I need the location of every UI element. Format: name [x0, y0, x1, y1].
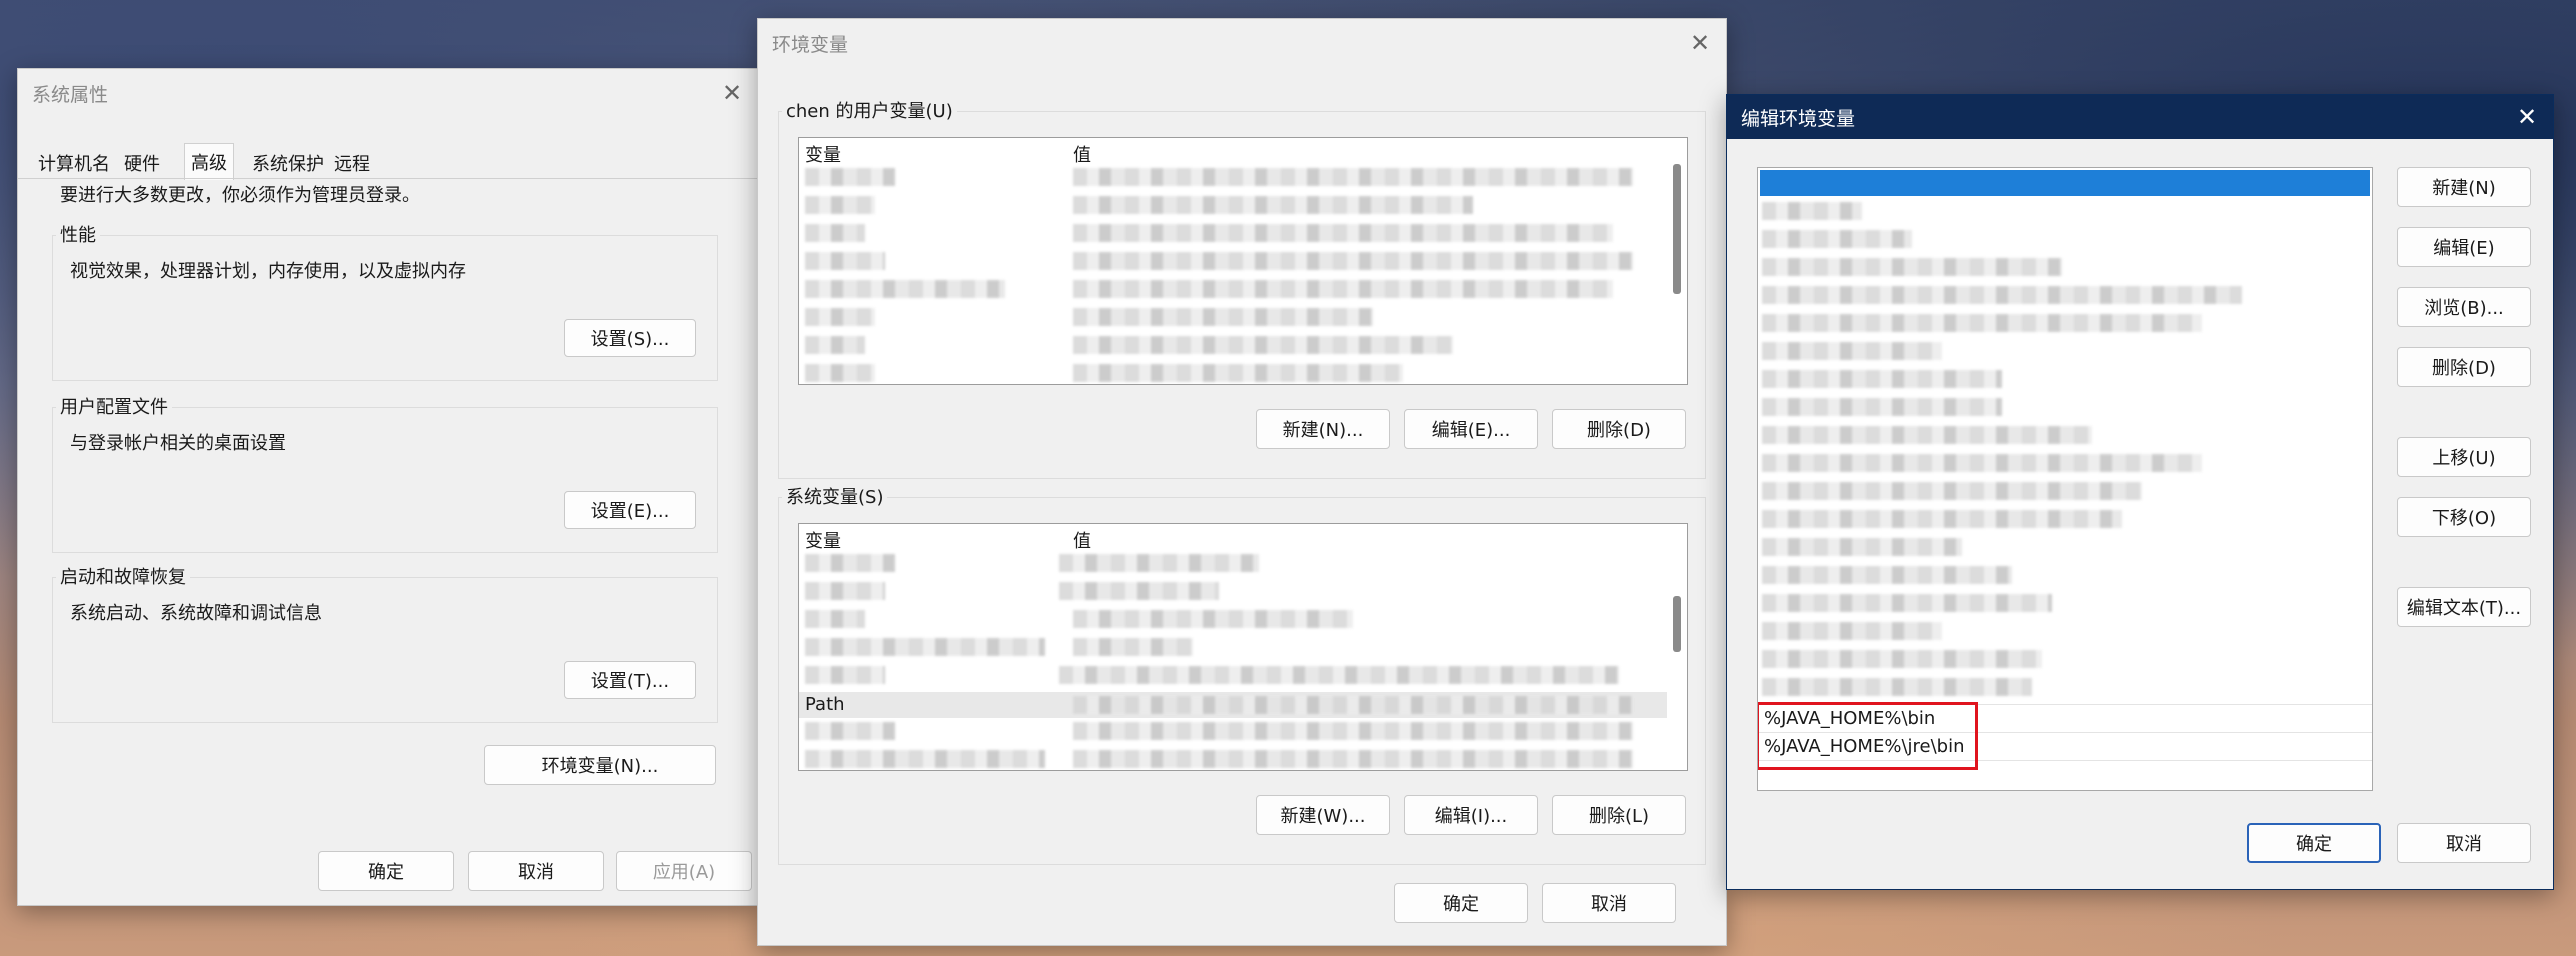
window-title: 系统属性: [32, 83, 109, 106]
admin-note: 要进行大多数更改，你必须作为管理员登录。: [60, 185, 420, 206]
cancel-button[interactable]: 取消: [468, 851, 604, 891]
list-item[interactable]: [1758, 202, 2372, 220]
list-item[interactable]: [1758, 538, 2372, 556]
column-value[interactable]: 值: [1073, 141, 1091, 167]
close-icon[interactable]: ✕: [2513, 103, 2541, 131]
list-item[interactable]: [1758, 314, 2372, 332]
list-item[interactable]: [1758, 594, 2372, 612]
browse-button[interactable]: 浏览(B)...: [2397, 287, 2531, 327]
list-item[interactable]: [799, 168, 1667, 186]
list-item[interactable]: [799, 666, 1667, 684]
title-bar: 编辑环境变量 ✕: [1727, 95, 2553, 139]
column-value[interactable]: 值: [1073, 527, 1091, 553]
performance-label: 性能: [56, 221, 100, 247]
list-item[interactable]: [799, 224, 1667, 242]
path-variable-name: Path: [805, 694, 845, 715]
window-title: 环境变量: [772, 33, 849, 56]
cancel-button[interactable]: 取消: [1542, 883, 1676, 923]
list-item[interactable]: [799, 308, 1667, 326]
apply-button[interactable]: 应用(A): [616, 851, 752, 891]
system-edit-button[interactable]: 编辑(I)...: [1404, 795, 1538, 835]
list-item[interactable]: [1758, 258, 2372, 276]
list-header: 变量 值: [799, 524, 1687, 552]
startup-settings-button[interactable]: 设置(T)...: [564, 661, 696, 699]
user-profile-label: 用户配置文件: [56, 393, 172, 419]
list-header: 变量 值: [799, 138, 1687, 166]
list-item[interactable]: [799, 750, 1667, 768]
tab-computer-name[interactable]: 计算机名: [32, 147, 116, 179]
list-item[interactable]: [1758, 426, 2372, 444]
list-item[interactable]: [799, 336, 1667, 354]
environment-variables-button[interactable]: 环境变量(N)...: [484, 745, 716, 785]
user-variables-label: chen 的用户变量(U): [782, 97, 957, 123]
move-up-button[interactable]: 上移(U): [2397, 437, 2531, 477]
system-delete-button[interactable]: 删除(L): [1552, 795, 1686, 835]
ok-button[interactable]: 确定: [318, 851, 454, 891]
list-item[interactable]: [799, 364, 1667, 382]
delete-button[interactable]: 删除(D): [2397, 347, 2531, 387]
edit-text-button[interactable]: 编辑文本(T)...: [2397, 587, 2531, 627]
list-item[interactable]: [1758, 398, 2372, 416]
close-icon[interactable]: ✕: [1686, 29, 1714, 57]
performance-desc: 视觉效果，处理器计划，内存使用，以及虚拟内存: [70, 261, 466, 282]
performance-settings-button[interactable]: 设置(S)...: [564, 319, 696, 357]
tab-remote[interactable]: 远程: [328, 147, 376, 179]
scrollbar[interactable]: [1673, 596, 1681, 652]
user-delete-button[interactable]: 删除(D): [1552, 409, 1686, 449]
list-item[interactable]: [799, 280, 1667, 298]
list-item[interactable]: [799, 610, 1667, 628]
list-item[interactable]: [799, 252, 1667, 270]
column-variable[interactable]: 变量: [805, 527, 841, 553]
list-item[interactable]: [799, 196, 1667, 214]
list-item[interactable]: [1758, 566, 2372, 584]
list-item[interactable]: [1758, 510, 2372, 528]
startup-recovery-desc: 系统启动、系统故障和调试信息: [70, 603, 322, 624]
path-entries-list[interactable]: %JAVA_HOME%\bin %JAVA_HOME%\jre\bin: [1757, 167, 2373, 791]
list-item[interactable]: [1758, 454, 2372, 472]
tab-advanced[interactable]: 高级: [184, 143, 234, 180]
highlight-box: [1758, 702, 1978, 770]
tab-panel: [18, 178, 758, 179]
title-bar: 系统属性 ✕: [18, 69, 758, 117]
system-variables-label: 系统变量(S): [782, 483, 888, 509]
user-profile-settings-button[interactable]: 设置(E)...: [564, 491, 696, 529]
scrollbar[interactable]: [1673, 164, 1681, 294]
close-icon[interactable]: ✕: [718, 79, 746, 107]
list-item[interactable]: [1758, 342, 2372, 360]
cancel-button[interactable]: 取消: [2397, 823, 2531, 863]
list-item[interactable]: [1758, 622, 2372, 640]
list-item[interactable]: [1758, 286, 2372, 304]
list-item[interactable]: [1758, 370, 2372, 388]
list-item[interactable]: [1758, 650, 2372, 668]
window-title: 编辑环境变量: [1741, 107, 1856, 130]
startup-recovery-label: 启动和故障恢复: [56, 563, 190, 589]
title-bar: 环境变量 ✕: [758, 19, 1726, 67]
system-new-button[interactable]: 新建(W)...: [1256, 795, 1390, 835]
list-item[interactable]: [799, 638, 1667, 656]
user-variables-list[interactable]: 变量 值: [798, 137, 1688, 385]
user-profile-desc: 与登录帐户相关的桌面设置: [70, 433, 286, 454]
selected-list-item[interactable]: [1760, 170, 2370, 196]
list-item[interactable]: [1758, 678, 2372, 696]
edit-environment-variable-window: 编辑环境变量 ✕ %JAVA_HOME%\bin %JAVA_HOME%\jre…: [1726, 94, 2554, 890]
new-button[interactable]: 新建(N): [2397, 167, 2531, 207]
system-variables-list[interactable]: 变量 值 Path: [798, 523, 1688, 771]
list-item[interactable]: [1758, 482, 2372, 500]
list-item[interactable]: Path: [799, 692, 1667, 718]
edit-button[interactable]: 编辑(E): [2397, 227, 2531, 267]
ok-button[interactable]: 确定: [2247, 823, 2381, 863]
system-properties-window: 系统属性 ✕ 计算机名 硬件 高级 系统保护 远程 要进行大多数更改，你必须作为…: [17, 68, 759, 906]
list-item[interactable]: [799, 554, 1667, 572]
user-edit-button[interactable]: 编辑(E)...: [1404, 409, 1538, 449]
list-item[interactable]: [799, 582, 1667, 600]
column-variable[interactable]: 变量: [805, 141, 841, 167]
move-down-button[interactable]: 下移(O): [2397, 497, 2531, 537]
list-item[interactable]: [1758, 230, 2372, 248]
tab-system-protection[interactable]: 系统保护: [246, 147, 330, 179]
environment-variables-window: 环境变量 ✕ chen 的用户变量(U) 变量 值 新建(N)... 编辑(E)…: [757, 18, 1727, 946]
list-item[interactable]: [799, 722, 1667, 740]
ok-button[interactable]: 确定: [1394, 883, 1528, 923]
tab-hardware[interactable]: 硬件: [118, 147, 166, 179]
user-new-button[interactable]: 新建(N)...: [1256, 409, 1390, 449]
